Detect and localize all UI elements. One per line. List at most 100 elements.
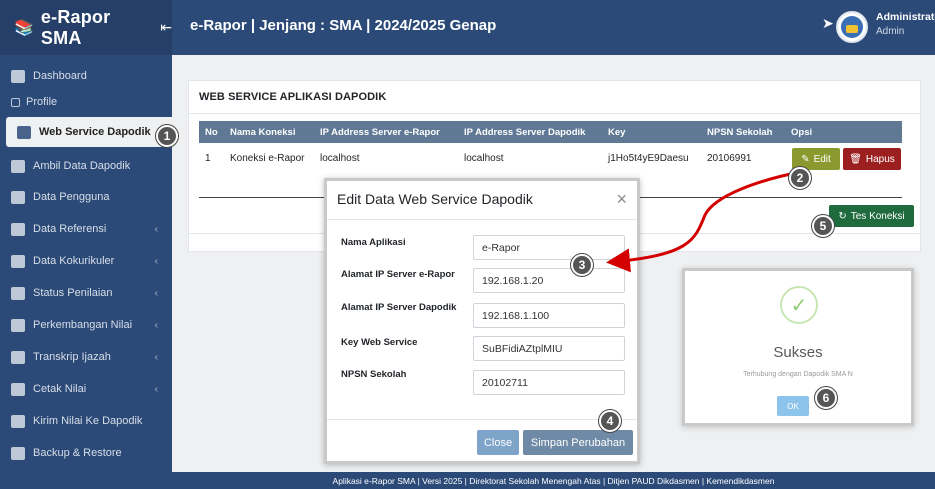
sidebar-item-label: Kirim Nilai Ke Dapodik xyxy=(33,415,143,427)
ip-rapor-input[interactable]: 192.168.1.20 xyxy=(473,268,625,293)
page-title: e-Rapor | Jenjang : SMA | 2024/2025 Gena… xyxy=(190,17,497,34)
cell-no: 1 xyxy=(205,153,211,164)
column-header: IP Address Server Dapodik xyxy=(464,127,586,138)
file-icon xyxy=(11,350,25,364)
key-label: Key Web Service xyxy=(341,337,418,348)
sidebar-item-label: Transkrip Ijazah xyxy=(33,351,111,363)
cell-ip-rapor: localhost xyxy=(320,153,360,164)
column-header: No xyxy=(205,127,218,138)
npsn-label: NPSN Sekolah xyxy=(341,369,407,380)
sidebar-item-label: Data Pengguna xyxy=(33,191,110,203)
profile-icon xyxy=(11,97,20,107)
sidebar-item-web-service-dapodik[interactable]: Web Service Dapodik xyxy=(6,117,172,147)
sidebar: Dashboard Profile Web Service Dapodik Am… xyxy=(0,55,172,489)
ip-dapodik-input[interactable]: 192.168.1.100 xyxy=(473,303,625,328)
avatar[interactable] xyxy=(836,11,868,43)
database-icon xyxy=(11,446,25,460)
sidebar-item-label: Status Penilaian xyxy=(33,287,113,299)
book-logo-icon: 📚 xyxy=(14,19,34,37)
save-button[interactable]: Simpan Perubahan xyxy=(523,430,633,455)
step-marker-4: 4 xyxy=(599,410,621,432)
user-name[interactable]: Administrator xyxy=(876,11,935,23)
cell-npsn: 20106991 xyxy=(707,153,752,164)
cursor-icon: ➤ xyxy=(822,15,834,31)
sidebar-item-label: Profile xyxy=(26,96,58,108)
hapus-button[interactable]: 🗑 Hapus xyxy=(843,148,901,170)
step-marker-5: 5 xyxy=(812,215,834,237)
sidebar-item-label: Dashboard xyxy=(33,70,87,82)
user-card-icon xyxy=(11,190,25,204)
sidebar-item-backup-restore[interactable]: Backup & Restore xyxy=(0,438,172,468)
refresh-icon: ↻ xyxy=(838,210,847,222)
sidebar-item-label: Data Kokurikuler xyxy=(33,255,115,267)
step-marker-2: 2 xyxy=(789,167,811,189)
nama-aplikasi-label: Nama Aplikasi xyxy=(341,237,406,248)
ok-button[interactable]: OK xyxy=(777,396,809,416)
graduation-cap-icon xyxy=(11,286,25,300)
hapus-label: Hapus xyxy=(865,153,895,165)
column-header: Opsi xyxy=(791,127,813,138)
sidebar-item-label: Cetak Nilai xyxy=(33,383,87,395)
sidebar-item-label: Backup & Restore xyxy=(33,447,122,459)
step-marker-3: 3 xyxy=(571,254,593,276)
divider xyxy=(327,219,637,220)
cell-key: j1Ho5t4yE9Daesu xyxy=(608,153,689,164)
sidebar-item-label: Data Referensi xyxy=(33,223,107,235)
sidebar-item-profile[interactable]: Profile xyxy=(0,87,172,117)
dashboard-icon xyxy=(11,69,25,83)
database-icon xyxy=(11,159,25,173)
key-input[interactable]: SuBFidiAZtplMIU xyxy=(473,336,625,361)
tes-koneksi-label: Tes Koneksi xyxy=(850,210,905,222)
npsn-input[interactable]: 20102711 xyxy=(473,370,625,395)
chevron-left-icon: ‹ xyxy=(154,223,158,235)
monitor-icon xyxy=(11,222,25,236)
chevron-left-icon: ‹ xyxy=(154,287,158,299)
column-header: Key xyxy=(608,127,626,138)
table-header: No Nama Koneksi IP Address Server e-Rapo… xyxy=(199,121,902,143)
printer-icon xyxy=(11,382,25,396)
nama-aplikasi-input[interactable]: e-Rapor xyxy=(473,235,625,260)
sidebar-item-transkrip-ijazah[interactable]: Transkrip Ijazah ‹ xyxy=(0,342,172,372)
chevron-left-icon: ‹ xyxy=(154,351,158,363)
brand: 📚 e-Rapor SMA ⇤ xyxy=(0,0,172,55)
close-button[interactable]: Close xyxy=(477,430,519,455)
card-title: WEB SERVICE APLIKASI DAPODIK xyxy=(199,91,387,103)
ip-rapor-label: Alamat IP Server e-Rapor xyxy=(341,269,455,280)
app-name: e-Rapor SMA xyxy=(40,6,111,48)
sidebar-item-status-penilaian[interactable]: Status Penilaian ‹ xyxy=(0,278,172,308)
collapse-sidebar-icon[interactable]: ⇤ xyxy=(160,19,172,36)
list-icon xyxy=(11,254,25,268)
gear-icon xyxy=(17,125,31,139)
edit-label: Edit xyxy=(813,153,831,165)
sidebar-item-label: Ambil Data Dapodik xyxy=(33,160,131,172)
sidebar-item-label: Perkembangan Nilai xyxy=(33,319,133,331)
modal-title: Edit Data Web Service Dapodik xyxy=(337,191,533,207)
sidebar-item-perkembangan-nilai[interactable]: Perkembangan Nilai ‹ xyxy=(0,310,172,340)
chevron-left-icon: ‹ xyxy=(154,319,158,331)
ip-dapodik-label: Alamat IP Server Dapodik xyxy=(341,302,457,313)
step-marker-1: 1 xyxy=(156,125,178,147)
divider xyxy=(327,419,637,420)
sidebar-item-ambil-data[interactable]: Ambil Data Dapodik xyxy=(0,151,172,181)
close-icon[interactable]: × xyxy=(616,189,627,210)
step-marker-6: 6 xyxy=(815,387,837,409)
success-dialog: ✓ Sukses Terhubung dengan Dapodik SMA N … xyxy=(682,268,914,426)
sidebar-item-data-kokurikuler[interactable]: Data Kokurikuler ‹ xyxy=(0,246,172,276)
column-header: NPSN Sekolah xyxy=(707,127,773,138)
success-message: Terhubung dengan Dapodik SMA N xyxy=(743,371,853,378)
sidebar-item-label: Web Service Dapodik xyxy=(39,126,151,138)
sidebar-item-kirim-nilai[interactable]: Kirim Nilai Ke Dapodik xyxy=(0,406,172,436)
footer: Aplikasi e-Rapor SMA | Versi 2025 | Dire… xyxy=(172,472,935,489)
trash-icon: 🗑 xyxy=(849,153,862,165)
tes-koneksi-button[interactable]: ↻ Tes Koneksi xyxy=(829,205,914,227)
check-icon: ✓ xyxy=(780,286,818,324)
column-header: IP Address Server e-Rapor xyxy=(320,127,440,138)
sidebar-item-data-pengguna[interactable]: Data Pengguna xyxy=(0,182,172,212)
graduation-cap-icon xyxy=(11,318,25,332)
chevron-left-icon: ‹ xyxy=(154,255,158,267)
emblem-icon xyxy=(841,16,863,38)
sidebar-item-cetak-nilai[interactable]: Cetak Nilai ‹ xyxy=(0,374,172,404)
upload-icon xyxy=(11,414,25,428)
success-title: Sukses xyxy=(773,344,823,361)
sidebar-item-data-referensi[interactable]: Data Referensi ‹ xyxy=(0,214,172,244)
